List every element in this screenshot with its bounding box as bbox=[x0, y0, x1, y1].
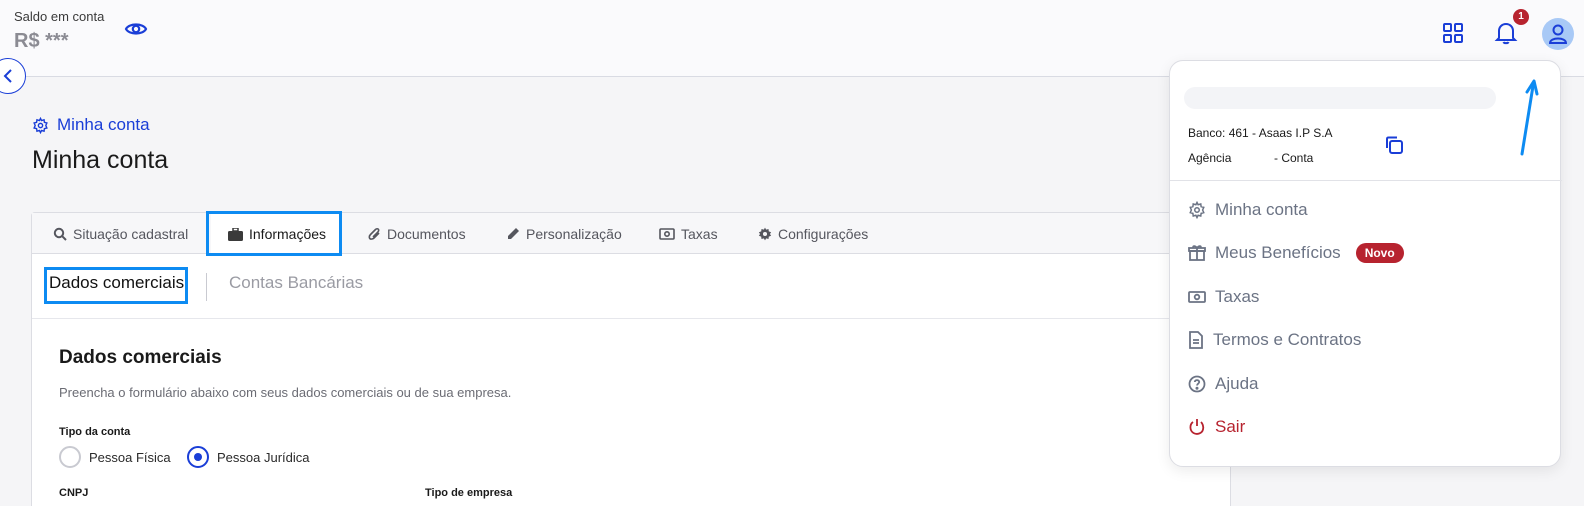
menu-item-ajuda[interactable]: Ajuda bbox=[1188, 374, 1258, 394]
account-label: - Conta bbox=[1274, 151, 1314, 165]
radio-circle-checked[interactable] bbox=[187, 446, 209, 468]
menu-item-termos-contratos[interactable]: Termos e Contratos bbox=[1188, 330, 1361, 350]
breadcrumb-label: Minha conta bbox=[57, 115, 150, 134]
subtab-contas-bancarias[interactable]: Contas Bancárias bbox=[229, 273, 363, 293]
menu-divider bbox=[1170, 180, 1562, 181]
balance-label: Saldo em conta bbox=[14, 9, 105, 24]
bank-info: Banco: 461 - Asaas I.P S.A bbox=[1188, 126, 1333, 140]
section-description: Preencha o formulário abaixo com seus da… bbox=[59, 385, 512, 400]
menu-item-label: Ajuda bbox=[1215, 374, 1259, 393]
tab-label: Configurações bbox=[778, 225, 869, 242]
menu-item-label: Minha conta bbox=[1215, 200, 1308, 219]
tab-configuracoes[interactable]: Configurações bbox=[758, 213, 868, 254]
menu-item-label: Termos e Contratos bbox=[1213, 330, 1362, 349]
annotation-arrow bbox=[1520, 79, 1539, 156]
cnpj-label: CNPJ bbox=[59, 487, 89, 499]
balance-value: R$ *** bbox=[14, 30, 69, 52]
menu-item-label: Meus Benefícios bbox=[1215, 243, 1341, 262]
tab-label: Documentos bbox=[387, 225, 466, 242]
breadcrumb[interactable]: Minha conta bbox=[32, 115, 150, 135]
subtab-divider bbox=[206, 273, 207, 301]
search-icon bbox=[53, 227, 67, 241]
gear-icon bbox=[758, 227, 772, 240]
bell-icon[interactable] bbox=[1494, 20, 1518, 46]
copy-icon[interactable] bbox=[1383, 134, 1405, 156]
radio-pessoa-juridica[interactable]: Pessoa Jurídica bbox=[187, 446, 310, 468]
menu-item-minha-conta[interactable]: Minha conta bbox=[1188, 200, 1308, 220]
tab-label: Situação cadastral bbox=[73, 225, 189, 242]
apps-grid-icon[interactable] bbox=[1442, 22, 1464, 44]
user-dropdown-menu: Banco: 461 - Asaas I.P S.A Agência - Con… bbox=[1169, 60, 1562, 467]
chevron-left-icon bbox=[3, 69, 12, 83]
agency-label: Agência bbox=[1188, 151, 1232, 165]
redacted-name bbox=[1184, 87, 1496, 109]
pencil-icon bbox=[508, 228, 519, 239]
gear-icon bbox=[33, 116, 48, 134]
money-icon bbox=[1188, 291, 1206, 303]
tab-documentos[interactable]: Documentos bbox=[368, 213, 466, 254]
tab-personalizacao[interactable]: Personalização bbox=[507, 213, 622, 254]
radio-circle[interactable] bbox=[59, 446, 81, 468]
radio-label: Pessoa Jurídica bbox=[217, 449, 310, 465]
money-icon bbox=[659, 227, 675, 240]
menu-item-taxas[interactable]: Taxas bbox=[1188, 287, 1259, 307]
new-badge: Novo bbox=[1355, 243, 1404, 263]
tab-taxas[interactable]: Taxas bbox=[659, 213, 718, 254]
section-title: Dados comerciais bbox=[59, 347, 222, 368]
menu-item-label: Taxas bbox=[1215, 287, 1260, 306]
document-icon bbox=[1189, 331, 1203, 349]
account-type-label: Tipo da conta bbox=[59, 426, 131, 438]
gear-icon bbox=[1189, 201, 1205, 219]
radio-pessoa-fisica[interactable]: Pessoa Física bbox=[59, 446, 171, 468]
radio-label: Pessoa Física bbox=[89, 449, 171, 465]
gift-icon bbox=[1188, 245, 1206, 261]
eye-icon[interactable] bbox=[124, 17, 148, 41]
tab-situacao-cadastral[interactable]: Situação cadastral bbox=[53, 213, 188, 254]
highlight-box-dados-comerciais bbox=[44, 267, 188, 304]
paperclip-icon bbox=[368, 227, 380, 240]
account-card: Situação cadastral Informações Documento… bbox=[31, 212, 1232, 506]
page-title: Minha conta bbox=[32, 146, 169, 174]
user-avatar-button[interactable] bbox=[1542, 18, 1574, 50]
notification-badge: 1 bbox=[1513, 9, 1529, 25]
menu-item-label: Sair bbox=[1215, 417, 1246, 436]
power-icon bbox=[1189, 419, 1205, 435]
company-type-label: Tipo de empresa bbox=[425, 487, 513, 499]
subtab-bar: Dados comerciais Contas Bancárias bbox=[32, 255, 1232, 319]
menu-item-sair[interactable]: Sair bbox=[1188, 417, 1245, 437]
menu-item-meus-beneficios[interactable]: Meus Benefícios Novo bbox=[1188, 243, 1404, 263]
tab-label: Personalização bbox=[526, 225, 622, 242]
help-icon bbox=[1188, 375, 1206, 393]
tab-label: Taxas bbox=[681, 225, 718, 242]
user-icon bbox=[1548, 24, 1568, 44]
highlight-box-informacoes bbox=[206, 211, 342, 256]
